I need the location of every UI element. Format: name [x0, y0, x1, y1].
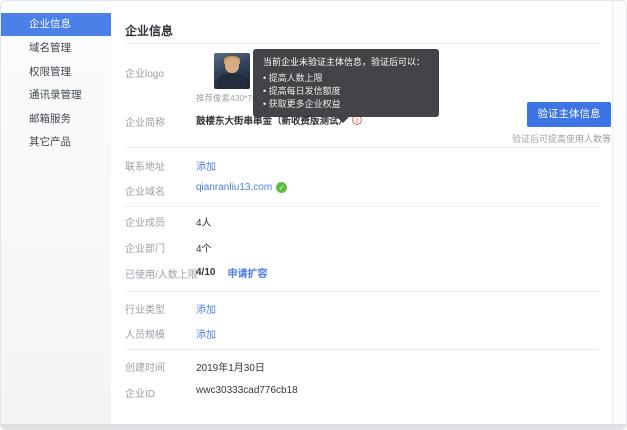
divider [125, 147, 599, 148]
divider [125, 206, 599, 207]
add-staff-scale-link[interactable]: 添加 [196, 326, 216, 341]
quota-value: 4/10 [196, 267, 215, 278]
add-address-link[interactable]: 添加 [196, 158, 216, 173]
quota-label: 已使用/人数上限 [125, 266, 198, 281]
sidebar-item-company-info[interactable]: 企业信息 [1, 13, 111, 36]
sidebar-item-domain-management[interactable]: 域名管理 [1, 37, 111, 60]
quota-row: 4/10 申请扩容 [196, 265, 267, 280]
corp-id-label: 企业ID [125, 385, 155, 400]
created-date-label: 创建时间 [125, 359, 165, 374]
company-logo-image[interactable] [214, 53, 250, 89]
departments-value: 4个 [196, 240, 212, 255]
sidebar-item-other-products[interactable]: 其它产品 [1, 131, 111, 154]
company-domain-label: 企业域名 [125, 183, 165, 198]
members-label: 企业成员 [125, 214, 165, 229]
sidebar-item-permission-management[interactable]: 权限管理 [1, 61, 111, 84]
industry-label: 行业类型 [125, 301, 165, 316]
company-domain-row: qianranliu13.com ✓ [196, 182, 287, 193]
members-value: 4人 [196, 214, 212, 229]
logo-figure-face [225, 58, 239, 73]
add-industry-link[interactable]: 添加 [196, 301, 216, 316]
window-bottom-edge [1, 424, 626, 429]
corp-id-value: wwc30333cad776cb18 [196, 385, 298, 396]
sidebar-item-contacts-management[interactable]: 通讯录管理 [1, 84, 111, 107]
tooltip-benefit-list: 提高人数上限 提高每日发信额度 获取更多企业权益 [263, 72, 429, 111]
created-date-value: 2019年1月30日 [196, 359, 265, 374]
admin-window: 企业信息 域名管理 权限管理 通讯录管理 邮箱服务 其它产品 企业信息 企业lo… [0, 0, 627, 430]
contact-address-label: 联系地址 [125, 158, 165, 173]
divider [125, 291, 599, 292]
tooltip-benefit-item: 提高人数上限 [263, 72, 429, 85]
divider [125, 349, 599, 350]
company-domain-link[interactable]: qianranliu13.com [196, 182, 272, 193]
company-name-label: 企业简称 [125, 114, 165, 129]
departments-label: 企业部门 [125, 240, 165, 255]
tooltip-title: 当前企业未验证主体信息，验证后可以： [263, 56, 429, 69]
tooltip-benefit-item: 获取更多企业权益 [263, 98, 429, 111]
tooltip-benefit-item: 提高每日发信额度 [263, 85, 429, 98]
staff-scale-label: 人员规模 [125, 326, 165, 341]
verification-tooltip: 当前企业未验证主体信息，验证后可以： 提高人数上限 提高每日发信额度 获取更多企… [253, 49, 439, 117]
logo-size-hint: 推荐像素430*70 [196, 92, 257, 104]
verified-check-icon: ✓ [276, 182, 287, 193]
divider [125, 43, 599, 44]
logo-figure-torso [217, 74, 247, 89]
request-expand-link[interactable]: 申请扩容 [227, 265, 267, 280]
verify-note: 验证后可提高使用人数等 [512, 132, 611, 145]
scrollbar-gutter[interactable] [612, 1, 626, 424]
company-logo-label: 企业logo [125, 65, 164, 80]
page-title: 企业信息 [125, 22, 173, 39]
sidebar-item-mail-service[interactable]: 邮箱服务 [1, 108, 111, 131]
verify-subject-button[interactable]: 验证主体信息 [527, 102, 611, 127]
sidebar: 企业信息 域名管理 权限管理 通讯录管理 邮箱服务 其它产品 [1, 1, 111, 424]
